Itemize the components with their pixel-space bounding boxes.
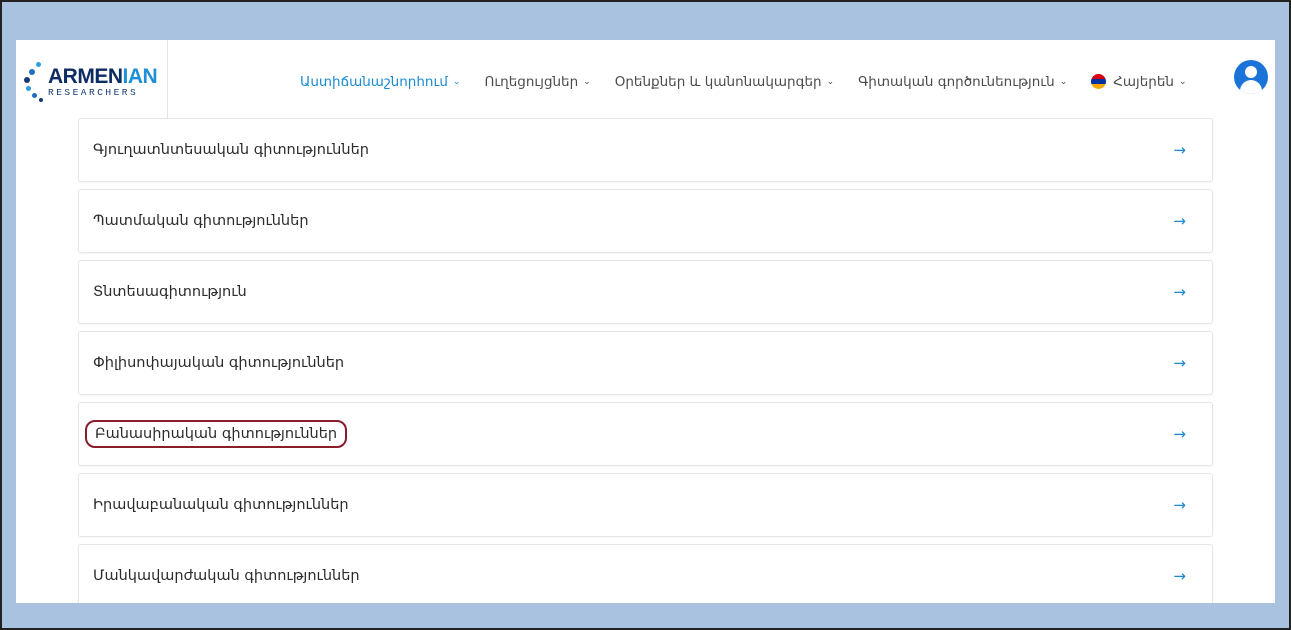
browser-viewport: ARMENIAN RESEARCHERS Աստիճանաշնորհում ⌄ … [16,40,1275,603]
list-item-pedagogical-sciences[interactable]: Մանկավարժական գիտություններ → [78,544,1213,603]
logo-title: ARMENIAN [48,64,158,88]
nav-item-label: Գիտական գործունեություն [858,73,1055,90]
list-item-label: Իրավաբանական գիտություններ [93,497,349,513]
arrow-right-icon: → [1173,212,1186,230]
arrow-right-icon: → [1173,496,1186,514]
list-item-agricultural-sciences[interactable]: Գյուղատնտեսական գիտություններ → [78,118,1213,182]
arrow-right-icon: → [1173,425,1186,443]
list-item-label: Տնտեսագիտություն [93,284,247,300]
logo-dots-icon [22,58,46,106]
list-item-philological-sciences[interactable]: Բանասիրական գիտություններ → [78,402,1213,466]
user-account-icon[interactable] [1234,60,1268,94]
list-item-label: Փիլիսոփայական գիտություններ [93,355,345,371]
chevron-down-icon: ⌄ [1059,76,1068,87]
arrow-right-icon: → [1173,354,1186,372]
nav-item-scientific-activity[interactable]: Գիտական գործունեություն ⌄ [858,74,1067,90]
logo-subtitle: RESEARCHERS [48,86,139,98]
site-logo[interactable]: ARMENIAN RESEARCHERS [16,40,168,123]
chevron-down-icon: ⌄ [1178,76,1187,87]
list-item-label: Գյուղատնտեսական գիտություններ [93,142,369,158]
chevron-down-icon: ⌄ [452,76,461,87]
list-item-legal-sciences[interactable]: Իրավաբանական գիտություններ → [78,473,1213,537]
nav-item-label: Ուղեցույցներ [484,73,579,90]
nav-item-label: Աստիճանաշնորհում [300,73,448,90]
top-navbar: ARMENIAN RESEARCHERS Աստիճանաշնորհում ⌄ … [16,40,1275,123]
armenian-flag-icon [1091,74,1107,89]
list-item-label: Մանկավարժական գիտություններ [93,568,360,584]
nav-item-degree-awarding[interactable]: Աստիճանաշնորհում ⌄ [300,74,460,90]
main-menu: Աստիճանաշնորհում ⌄ Ուղեցույցներ ⌄ Օրենքն… [300,40,1211,123]
arrow-right-icon: → [1173,141,1186,159]
list-item-historical-sciences[interactable]: Պատմական գիտություններ → [78,189,1213,253]
language-selector[interactable]: Հայերեն ⌄ [1091,73,1187,90]
list-item-philosophical-sciences[interactable]: Փիլիսոփայական գիտություններ → [78,331,1213,395]
nav-item-guides[interactable]: Ուղեցույցներ ⌄ [484,74,590,90]
list-item-economics[interactable]: Տնտեսագիտություն → [78,260,1213,324]
nav-item-laws-regulations[interactable]: Օրենքներ և կանոնակարգեր ⌄ [615,74,834,90]
language-label: Հայերեն [1113,73,1174,90]
arrow-right-icon: → [1173,283,1186,301]
arrow-right-icon: → [1173,567,1186,585]
list-item-label: Պատմական գիտություններ [93,213,309,229]
chevron-down-icon: ⌄ [826,76,835,87]
nav-item-label: Օրենքներ և կանոնակարգեր [614,73,822,90]
list-item-label-highlighted: Բանասիրական գիտություններ [85,420,348,448]
chevron-down-icon: ⌄ [583,76,591,87]
